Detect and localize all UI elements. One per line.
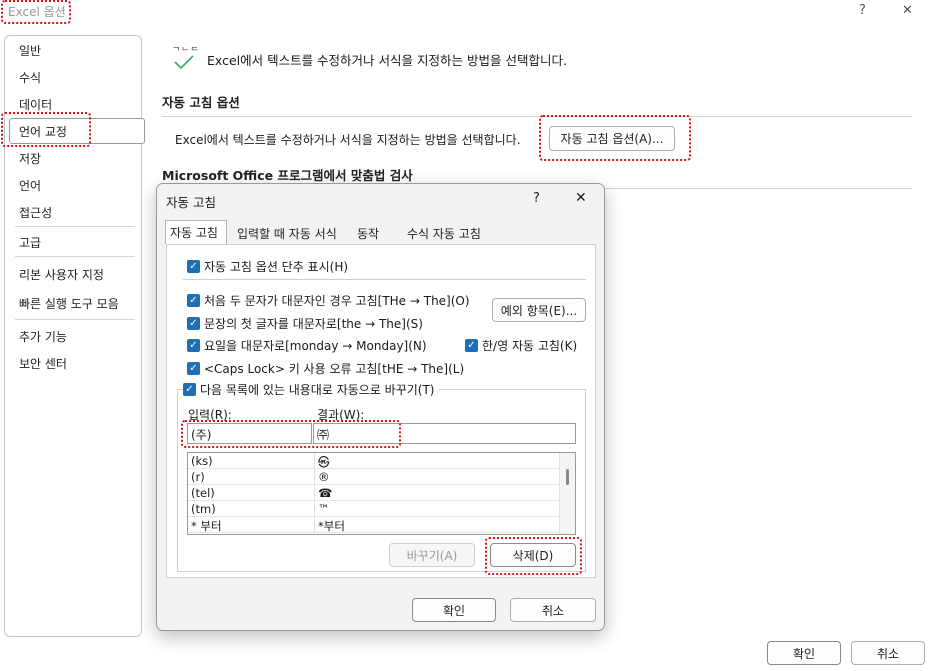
help-icon[interactable]: ? [859,3,866,18]
sidebar-item-save[interactable]: 저장 [19,150,41,167]
list-item[interactable]: (ks) ㉿ [188,453,575,469]
two-initial-caps-checkbox[interactable]: ✓ 처음 두 문자가 대문자인 경우 고침[THe → The](O) [187,292,470,309]
dialog-help-icon[interactable]: ? [533,191,540,206]
exceptions-button[interactable]: 예외 항목(E)... [492,298,586,322]
dialog-cancel-button[interactable]: 취소 [510,598,596,622]
list-item[interactable]: * 부터 *부터 [188,517,575,533]
column-divider [314,517,315,533]
list-item-result: ㉿ [318,455,330,469]
sidebar-item-addins[interactable]: 추가 기능 [19,328,67,345]
list-item-input: (ks) [191,454,213,468]
dialog-title: 자동 고침 [166,195,216,210]
replace-label: 입력(R): [188,408,232,422]
delete-button[interactable]: 삭제(D) [490,543,576,567]
sidebar-item-trust-center[interactable]: 보안 센터 [19,355,67,372]
proofing-header-text: Excel에서 텍스트를 수정하거나 서식을 지정하는 방법을 선택합니다. [207,53,567,68]
list-scrollbar[interactable] [559,453,575,534]
list-item[interactable]: (r) ® [188,469,575,485]
list-item[interactable]: (tel) ☎ [188,485,575,501]
replace-input[interactable]: (주) [187,423,312,444]
checkmark-icon: ✓ [187,362,200,375]
list-item-input: (r) [191,470,205,484]
checkmark-icon [174,55,194,70]
show-options-buttons-checkbox[interactable]: ✓ 자동 고침 옵션 단추 표시(H) [187,258,348,275]
checkmark-icon: ✓ [187,339,200,352]
with-input-value: ㈜ [317,428,330,442]
options-sidebar: 일반 수식 데이터 언어 교정 저장 언어 접근성 고급 리본 사용자 지정 빠… [4,35,145,637]
list-item-result: ☎ [318,486,333,500]
checkmark-icon: ✓ [465,339,478,352]
checkmark-icon: ✓ [187,260,200,273]
sidebar-item-general[interactable]: 일반 [19,42,41,59]
list-item-result: ™ [318,502,330,516]
window-title: Excel 옵션 [8,5,66,19]
list-item-input: (tm) [191,502,216,516]
checkmark-icon: ✓ [187,294,200,307]
dialog-titlebar: 자동 고침 ? ✕ [157,184,604,216]
dialog-ok-button[interactable]: 확인 [412,598,496,622]
sidebar-item-customize-ribbon[interactable]: 리본 사용자 지정 [19,266,104,283]
sidebar-item-data[interactable]: 데이터 [19,96,52,113]
capitalize-days-checkbox[interactable]: ✓ 요일을 대문자로[monday → Monday](N) [187,337,427,354]
autocorrect-dialog: 자동 고침 ? ✕ 자동 고침 입력할 때 자동 서식 동작 수식 자동 고침 … [156,183,605,631]
checkbox-label: 문장의 첫 글자를 대문자로[the → The](S) [204,317,423,331]
checkmark-icon: ✓ [187,317,200,330]
replace-button[interactable]: 바꾸기(A) [389,543,475,567]
list-item-result: *부터 [318,519,345,533]
checkbox-label: 요일을 대문자로[monday → Monday](N) [204,339,427,353]
column-divider [314,501,315,517]
tab-math-autocorrect[interactable]: 수식 자동 고침 [403,222,485,244]
sidebar-item-advanced[interactable]: 고급 [19,234,41,251]
tab-actions[interactable]: 동작 [353,222,383,244]
sidebar-divider [15,226,135,227]
checkbox-label: 한/영 자동 고침(K) [482,339,578,353]
checkbox-label: 처음 두 문자가 대문자인 경우 고침[THe → The](O) [204,294,470,308]
list-item[interactable]: (tm) ™ [188,501,575,517]
capitalize-sentence-checkbox[interactable]: ✓ 문장의 첫 글자를 대문자로[the → The](S) [187,315,423,332]
group-divider [183,279,586,280]
spelling-section-title: Microsoft Office 프로그램에서 맞춤법 검사 [162,168,413,183]
sidebar-item-formulas[interactable]: 수식 [19,69,41,86]
tab-autocorrect[interactable]: 자동 고침 [165,220,227,244]
autocorrect-tab-panel: ✓ 자동 고침 옵션 단추 표시(H) ✓ 처음 두 문자가 대문자인 경우 고… [166,244,596,578]
sidebar-item-accessibility[interactable]: 접근성 [19,204,52,221]
sidebar-item-quick-access[interactable]: 빠른 실행 도구 모음 [19,295,119,312]
checkbox-label: 다음 목록에 있는 내용대로 자동으로 바꾸기(T) [200,383,435,397]
close-icon[interactable]: ✕ [902,3,913,18]
sidebar-item-proofing[interactable]: 언어 교정 [19,123,67,140]
ok-button[interactable]: 확인 [767,641,841,665]
list-item-input: (tel) [191,486,215,500]
checkmark-icon: ✓ [183,383,196,396]
replace-input-value: (주) [191,428,212,442]
sidebar-divider [15,256,135,257]
sidebar-item-language[interactable]: 언어 [19,177,41,194]
list-item-input: * 부터 [191,519,222,533]
sidebar-divider [15,319,135,320]
cancel-button[interactable]: 취소 [851,641,925,665]
autocorrect-description: Excel에서 텍스트를 수정하거나 서식을 지정하는 방법을 선택합니다. [175,133,521,147]
column-divider [314,453,315,469]
with-label: 결과(W): [317,408,365,422]
list-item-result: ® [318,470,330,484]
replacement-list[interactable]: (ks) ㉿ (r) ® (tel) ☎ (tm) ™ * 부터 *부터 [187,452,576,535]
with-input[interactable]: ㈜ [313,423,576,444]
dialog-close-icon[interactable]: ✕ [575,190,587,206]
column-divider [314,485,315,501]
scrollbar-thumb[interactable] [566,469,569,485]
section-divider [162,116,912,117]
checkbox-label: 자동 고침 옵션 단추 표시(H) [204,260,349,274]
replace-text-checkbox[interactable]: ✓ 다음 목록에 있는 내용대로 자동으로 바꾸기(T) [183,381,439,398]
tab-autoformat-as-you-type[interactable]: 입력할 때 자동 서식 [233,222,341,244]
caps-lock-checkbox[interactable]: ✓ <Caps Lock> 키 사용 오류 고침[tHE → The](L) [187,360,464,377]
column-divider [314,469,315,485]
autocorrect-options-button[interactable]: 자동 고침 옵션(A)... [549,126,675,151]
checkbox-label: <Caps Lock> 키 사용 오류 고침[tHE → The](L) [204,362,465,376]
korean-english-checkbox[interactable]: ✓ 한/영 자동 고침(K) [465,337,577,354]
autocorrect-section-title: 자동 고침 옵션 [162,95,240,110]
